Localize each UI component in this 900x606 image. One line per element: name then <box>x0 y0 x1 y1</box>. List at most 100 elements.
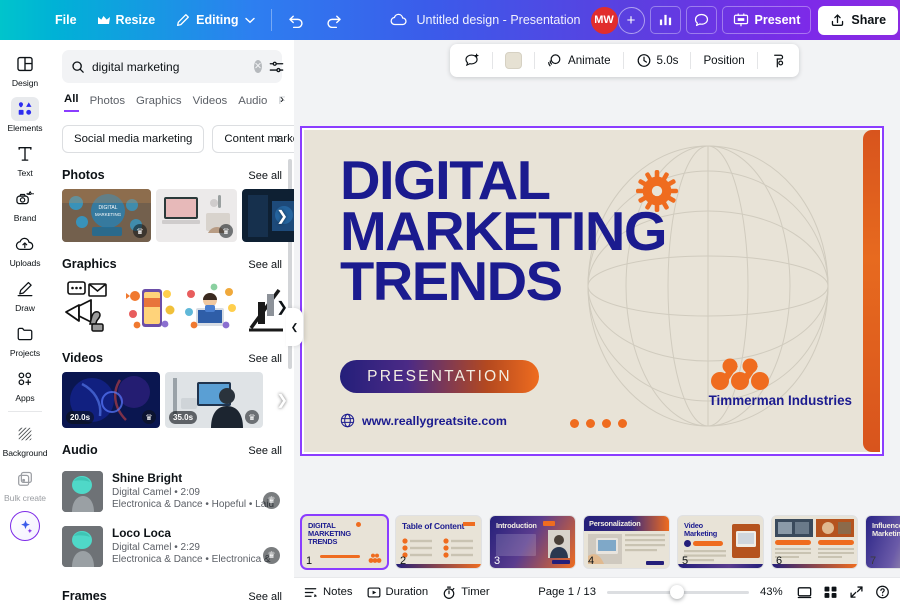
resize-button[interactable]: Resize <box>88 6 165 34</box>
slide-canvas[interactable]: DIGITAL MARKETING TRENDS PRESENTATION ww… <box>304 130 880 452</box>
photo-thumb[interactable]: DIGITAL MARKETING ♛ <box>62 189 151 242</box>
magic-studio-button[interactable] <box>10 511 40 541</box>
photos-next-chevron-right-icon[interactable]: ❯ <box>276 207 288 224</box>
resize-label: Resize <box>115 13 156 27</box>
collapse-panel-button[interactable]: ❮ <box>286 308 303 346</box>
tab-videos[interactable]: Videos <box>193 95 228 112</box>
duration-button[interactable]: Duration <box>367 586 428 599</box>
chips-next-chevron-right-icon[interactable]: › <box>276 130 280 145</box>
transparency-button[interactable] <box>765 48 790 73</box>
elements-search-panel: ✕ All Photos Graphics Videos Audio F › S… <box>50 40 294 606</box>
slide-thumbnail[interactable]: Introduction 3 <box>490 516 575 568</box>
graphic-thumb[interactable] <box>182 280 240 334</box>
chevron-right-icon[interactable]: › <box>280 92 284 106</box>
slide-canvas-selection[interactable]: DIGITAL MARKETING TRENDS PRESENTATION ww… <box>300 126 884 456</box>
notes-label: Notes <box>323 586 353 598</box>
position-button[interactable]: Position <box>698 48 749 73</box>
audio-list-item[interactable]: Shine Bright Digital Camel • 2:09 Electr… <box>50 464 294 519</box>
audio-metadata: Loco Loca Digital Camel • 2:29 Electroni… <box>112 526 282 565</box>
add-collaborator-button[interactable]: + <box>617 6 645 34</box>
sidebar-item-apps[interactable]: Apps <box>2 362 48 406</box>
brand-block[interactable]: Timmerman Industries <box>709 358 852 408</box>
file-menu-button[interactable]: File <box>46 6 86 34</box>
keyword-chip[interactable]: Social media marketing <box>62 125 205 153</box>
see-all-videos-link[interactable]: See all <box>248 353 282 365</box>
sidebar-item-uploads[interactable]: Uploads <box>2 227 48 271</box>
globe-icon <box>340 413 355 428</box>
audio-list-item[interactable]: Loco Loca Digital Camel • 2:29 Electroni… <box>50 519 294 574</box>
website-line[interactable]: www.reallygreatsite.com <box>340 413 507 428</box>
slide-thumbnail[interactable]: Influencer Marketing 7 <box>866 516 900 568</box>
slide-duration-button[interactable]: 5.0s <box>631 48 684 73</box>
presentation-pill-badge[interactable]: PRESENTATION <box>340 360 539 393</box>
sidebar-divider <box>8 411 42 412</box>
thumb-device-photo <box>732 524 760 558</box>
sidebar-item-background[interactable]: Background <box>2 417 48 461</box>
sidebar-item-bulk-create[interactable]: Bulk create <box>2 462 48 506</box>
cloud-sync-button[interactable] <box>381 6 417 34</box>
tab-audio[interactable]: Audio <box>238 95 267 112</box>
slide-thumbnail[interactable]: Table of Content 2 <box>396 516 481 568</box>
tab-graphics[interactable]: Graphics <box>136 95 182 112</box>
see-all-photos-link[interactable]: See all <box>248 170 282 182</box>
sidebar-item-draw[interactable]: Draw <box>2 272 48 316</box>
timer-button[interactable]: Timer <box>442 586 490 599</box>
slide-thumbnail[interactable]: Personalization 4 <box>584 516 669 568</box>
video-thumb[interactable]: 35.0s ♛ <box>165 372 263 428</box>
search-input[interactable] <box>92 59 247 74</box>
photo-thumb[interactable]: ♛ <box>156 189 237 242</box>
zoom-slider[interactable] <box>607 585 749 599</box>
tab-photos[interactable]: Photos <box>90 95 125 112</box>
page-indicator: Page 1 / 13 <box>538 586 596 598</box>
main-menu-button[interactable] <box>8 6 44 34</box>
audio-title: Shine Bright <box>112 471 183 485</box>
notes-button[interactable]: Notes <box>304 586 353 599</box>
sidebar-item-brand[interactable]: Brand <box>2 182 48 226</box>
animate-button[interactable]: Animate <box>542 48 616 73</box>
comment-add-button[interactable] <box>459 48 485 73</box>
sidebar-item-design[interactable]: Design <box>2 47 48 91</box>
filter-sliders-icon[interactable] <box>269 60 284 74</box>
color-swatch-button[interactable] <box>500 48 527 73</box>
share-button[interactable]: Share <box>818 5 899 35</box>
videos-next-chevron-right-icon[interactable]: ❯ <box>276 392 288 409</box>
graphic-thumb[interactable] <box>62 280 120 334</box>
see-all-audio-link[interactable]: See all <box>248 445 282 457</box>
keyword-chip[interactable]: Content marketing <box>212 125 294 153</box>
sidebar-item-elements[interactable]: Elements <box>2 92 48 136</box>
slide-thumbnail[interactable]: Video Marketing 6 5 <box>678 516 763 568</box>
thumb-photo-right <box>816 519 854 537</box>
thumb-accent-bar <box>646 561 664 565</box>
slide-title-block[interactable]: DIGITAL MARKETING TRENDS <box>340 153 840 309</box>
slide-filmstrip[interactable]: DIGITAL MARKETING TRENDS 1 Table of Cont… <box>294 506 900 578</box>
editor-workspace: Animate 5.0s Position DIGITAL MARKETING … <box>294 40 900 606</box>
present-button[interactable]: Present <box>721 6 812 34</box>
document-title-area[interactable]: Untitled design - Presentation <box>417 13 591 27</box>
top-toolbar: File Resize Editing Untitled design - Pr… <box>0 0 900 40</box>
zoom-slider-handle[interactable] <box>670 585 684 599</box>
insights-button[interactable] <box>649 6 681 34</box>
tab-all[interactable]: All <box>64 93 79 112</box>
video-thumb[interactable]: 20.0s ♛ <box>62 372 160 428</box>
avatar[interactable]: MW <box>590 6 618 34</box>
sidebar-item-projects[interactable]: Projects <box>2 317 48 361</box>
slide-thumbnail[interactable]: DIGITAL MARKETING TRENDS 1 <box>302 516 387 568</box>
help-question-icon[interactable] <box>875 585 890 599</box>
fullscreen-icon[interactable] <box>849 585 864 599</box>
document-title[interactable]: Untitled design - Presentation <box>417 13 581 27</box>
see-all-graphics-link[interactable]: See all <box>248 259 282 271</box>
redo-button[interactable] <box>316 6 351 34</box>
graphic-thumb[interactable] <box>125 280 177 334</box>
editing-mode-button[interactable]: Editing <box>166 6 263 34</box>
grid-view-icon[interactable] <box>823 585 838 599</box>
fit-screen-icon[interactable] <box>797 585 812 599</box>
thumb-logo-icon <box>368 553 382 563</box>
slide-thumbnail[interactable]: 6 <box>772 516 857 568</box>
comments-button[interactable] <box>685 6 717 34</box>
undo-button[interactable] <box>279 6 314 34</box>
panel-results-scroll[interactable]: Photos See all DIGITAL MARKETING ♛ ♛ ❯ G… <box>50 153 294 606</box>
see-all-frames-link[interactable]: See all <box>248 591 282 603</box>
sidebar-item-text[interactable]: Text <box>2 137 48 181</box>
search-bar[interactable]: ✕ <box>62 50 284 83</box>
clear-x-icon[interactable]: ✕ <box>254 60 262 73</box>
